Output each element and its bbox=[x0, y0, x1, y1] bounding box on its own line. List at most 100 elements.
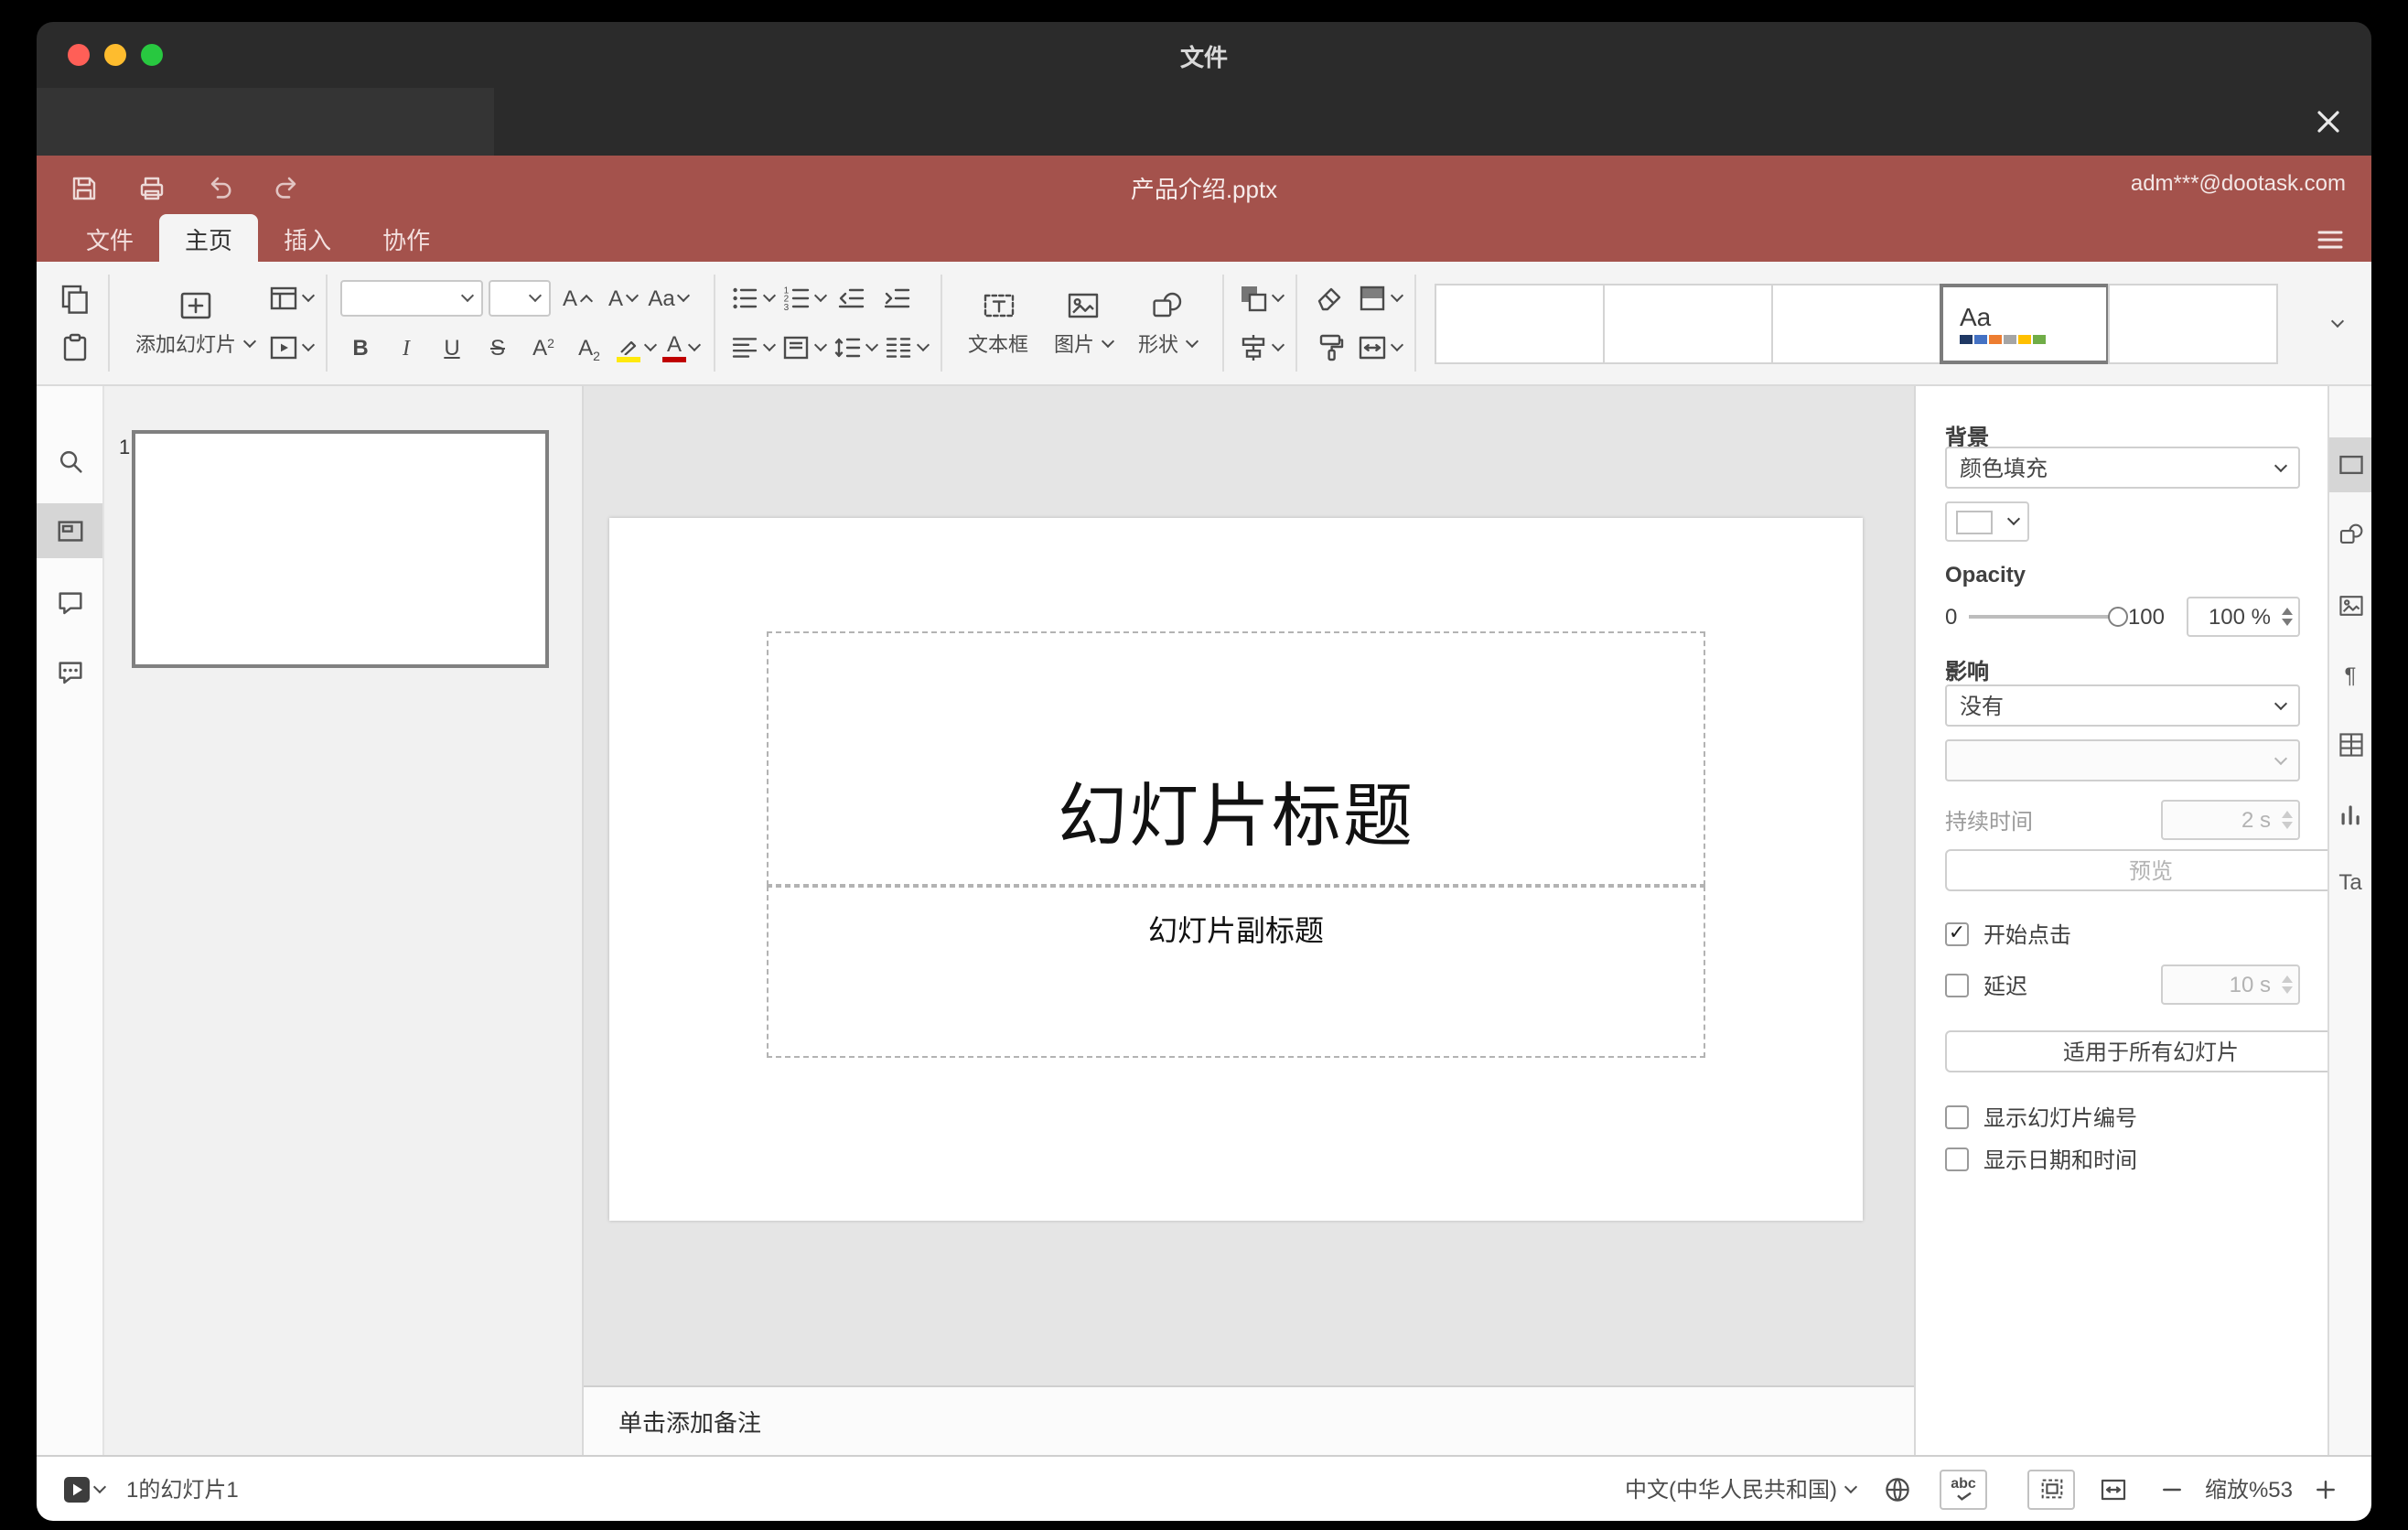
chevron-up-icon bbox=[578, 294, 593, 308]
highlight-color-icon[interactable] bbox=[615, 328, 657, 368]
theme-gallery-expand-icon[interactable] bbox=[2317, 313, 2353, 328]
italic-icon[interactable]: I bbox=[386, 328, 426, 368]
opacity-slider[interactable] bbox=[1968, 607, 2128, 627]
decrease-font-icon[interactable]: A bbox=[602, 278, 642, 318]
hamburger-menu-icon[interactable] bbox=[2315, 225, 2346, 254]
search-icon[interactable] bbox=[37, 434, 102, 489]
delay-spinner[interactable]: 10 s bbox=[2161, 964, 2300, 1005]
effect-select[interactable]: 没有 bbox=[1945, 684, 2300, 727]
comments-icon[interactable] bbox=[37, 575, 102, 630]
undo-icon[interactable] bbox=[198, 167, 242, 208]
delay-checkbox[interactable] bbox=[1945, 973, 1969, 997]
spinner-arrows-icon[interactable] bbox=[2282, 607, 2293, 627]
font-size-combo[interactable] bbox=[489, 280, 551, 317]
slide-title-placeholder[interactable]: 幻灯片标题 bbox=[767, 631, 1705, 886]
slide-canvas[interactable]: 幻灯片标题 幻灯片副标题 bbox=[584, 386, 1914, 1385]
slide-thumbnail[interactable] bbox=[132, 430, 549, 668]
theme-thumbnail[interactable] bbox=[2108, 283, 2278, 363]
decrease-indent-icon[interactable] bbox=[831, 278, 871, 318]
bold-icon[interactable]: B bbox=[340, 328, 381, 368]
notes-area[interactable]: 单击添加备注 bbox=[584, 1385, 1914, 1455]
tab-file[interactable]: 文件 bbox=[60, 214, 159, 262]
arrange-shape-icon[interactable] bbox=[1237, 278, 1285, 318]
background-color-picker[interactable] bbox=[1945, 501, 2029, 542]
increase-indent-icon[interactable] bbox=[876, 278, 917, 318]
paste-icon[interactable] bbox=[55, 328, 95, 368]
change-case-icon[interactable]: Aa bbox=[648, 278, 690, 318]
spinner-arrows-icon[interactable] bbox=[2282, 810, 2293, 830]
preview-button[interactable]: 预览 bbox=[1945, 849, 2357, 891]
line-spacing-icon[interactable] bbox=[831, 328, 879, 368]
bullet-list-icon[interactable] bbox=[728, 278, 777, 318]
spinner-arrows-icon[interactable] bbox=[2282, 975, 2293, 995]
zoom-out-icon[interactable] bbox=[2152, 1469, 2192, 1509]
start-slideshow-icon[interactable] bbox=[267, 328, 316, 368]
insert-image-button[interactable]: 图片 bbox=[1041, 272, 1125, 374]
horizontal-align-icon[interactable] bbox=[728, 328, 777, 368]
zoom-level-label[interactable]: 缩放%53 bbox=[2192, 1473, 2306, 1504]
close-icon[interactable] bbox=[2313, 106, 2344, 137]
superscript-icon[interactable]: A bbox=[523, 328, 564, 368]
feedback-icon[interactable] bbox=[37, 644, 102, 699]
slide-subtitle-placeholder[interactable]: 幻灯片副标题 bbox=[767, 886, 1705, 1058]
opacity-spinner[interactable]: 100 % bbox=[2187, 597, 2300, 637]
document-language-icon[interactable] bbox=[1877, 1469, 1918, 1509]
vertical-align-icon[interactable] bbox=[779, 328, 828, 368]
theme-thumbnail[interactable] bbox=[1603, 283, 1773, 363]
slides-panel-icon[interactable] bbox=[37, 503, 102, 558]
minimize-traffic-light[interactable] bbox=[104, 44, 126, 66]
font-name-combo[interactable] bbox=[340, 280, 483, 317]
save-icon[interactable] bbox=[62, 167, 106, 208]
insert-textbox-button[interactable]: 文本框 bbox=[955, 272, 1041, 374]
tab-collaboration[interactable]: 协作 bbox=[357, 214, 456, 262]
zoom-traffic-light[interactable] bbox=[141, 44, 163, 66]
theme-thumbnail-selected[interactable]: Aa bbox=[1940, 283, 2110, 363]
chart-settings-icon[interactable] bbox=[2329, 787, 2371, 842]
copy-style-icon[interactable] bbox=[1310, 328, 1350, 368]
align-shape-icon[interactable] bbox=[1237, 328, 1285, 368]
font-color-icon[interactable]: A bbox=[661, 328, 702, 368]
subscript-icon[interactable]: A bbox=[569, 328, 609, 368]
shape-fill-icon[interactable] bbox=[1356, 278, 1404, 318]
spell-check-icon[interactable]: abc bbox=[1940, 1469, 1987, 1509]
start-on-click-checkbox[interactable]: ✓ bbox=[1945, 921, 1969, 945]
chevron-down-icon bbox=[1390, 338, 1404, 352]
effect-type-select[interactable] bbox=[1945, 739, 2300, 781]
underline-icon[interactable]: U bbox=[432, 328, 472, 368]
image-settings-icon[interactable] bbox=[2329, 578, 2371, 633]
slide-layout-icon[interactable] bbox=[267, 278, 316, 318]
strikeout-icon[interactable]: S bbox=[478, 328, 518, 368]
show-slide-number-checkbox[interactable] bbox=[1945, 1104, 1969, 1128]
opacity-slider-knob[interactable] bbox=[2107, 607, 2128, 627]
tab-home[interactable]: 主页 bbox=[159, 214, 259, 262]
slide-settings-icon[interactable] bbox=[2329, 437, 2371, 492]
fit-width-icon[interactable] bbox=[2093, 1469, 2134, 1509]
insert-shape-button[interactable]: 形状 bbox=[1125, 272, 1209, 374]
numbered-list-icon[interactable]: 123 bbox=[779, 278, 828, 318]
print-icon[interactable] bbox=[130, 167, 174, 208]
close-traffic-light[interactable] bbox=[68, 44, 90, 66]
tab-insert[interactable]: 插入 bbox=[258, 214, 357, 262]
redo-icon[interactable] bbox=[265, 167, 309, 208]
slide-size-icon[interactable] bbox=[1356, 328, 1404, 368]
background-fill-select[interactable]: 颜色填充 bbox=[1945, 447, 2300, 489]
increase-font-icon[interactable]: A bbox=[556, 278, 597, 318]
duration-spinner[interactable]: 2 s bbox=[2161, 800, 2300, 840]
columns-icon[interactable] bbox=[882, 328, 930, 368]
theme-thumbnail[interactable] bbox=[1771, 283, 1941, 363]
paragraph-settings-icon[interactable]: ¶ bbox=[2329, 648, 2371, 703]
show-date-time-checkbox[interactable] bbox=[1945, 1147, 1969, 1170]
start-preview-icon[interactable] bbox=[62, 1469, 107, 1509]
add-slide-button[interactable]: 添加幻灯片 bbox=[123, 272, 267, 374]
language-selector[interactable]: 中文(中华人民共和国) bbox=[1625, 1473, 1858, 1504]
theme-thumbnail[interactable] bbox=[1435, 283, 1605, 363]
shape-settings-icon[interactable] bbox=[2329, 507, 2371, 562]
fit-slide-icon[interactable] bbox=[2027, 1469, 2075, 1509]
slide[interactable]: 幻灯片标题 幻灯片副标题 bbox=[609, 518, 1863, 1221]
zoom-in-icon[interactable] bbox=[2306, 1469, 2346, 1509]
apply-to-all-slides-button[interactable]: 适用于所有幻灯片 bbox=[1945, 1030, 2357, 1072]
copy-icon[interactable] bbox=[55, 278, 95, 318]
textart-settings-icon[interactable]: Ta bbox=[2329, 855, 2371, 910]
table-settings-icon[interactable] bbox=[2329, 717, 2371, 772]
clear-style-icon[interactable] bbox=[1310, 278, 1350, 318]
